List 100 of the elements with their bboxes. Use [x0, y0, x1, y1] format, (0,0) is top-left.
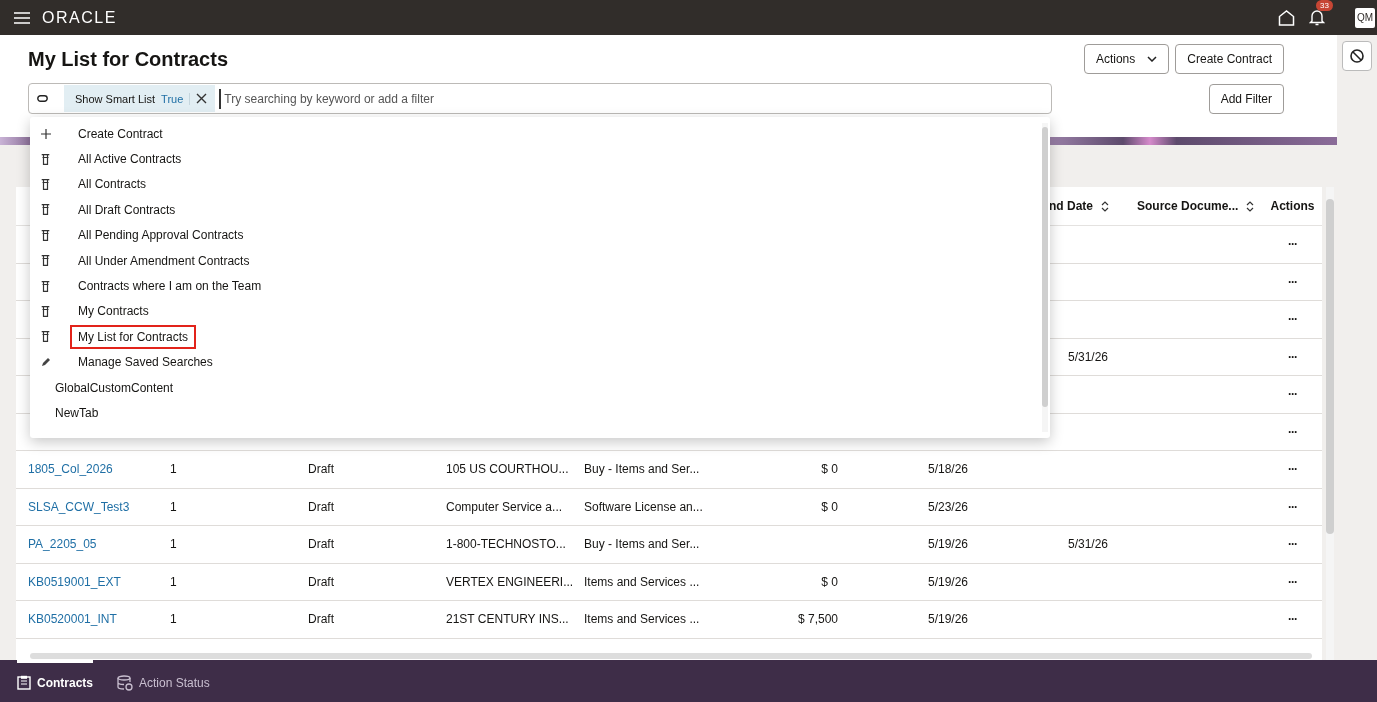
column-header[interactable]: nd Date — [1049, 199, 1093, 213]
notification-badge: 33 — [1316, 0, 1333, 11]
table-cell: 5/31/26 — [1068, 537, 1109, 552]
contract-link[interactable]: KB0520001_INT — [28, 612, 117, 627]
column-header[interactable]: Actions — [1270, 199, 1315, 213]
plus-icon — [41, 128, 51, 139]
funnel-icon — [41, 153, 50, 165]
page-title: My List for Contracts — [28, 47, 229, 71]
table-cell: $ 0 — [821, 499, 838, 514]
contract-link[interactable]: PA_2205_05 — [28, 537, 97, 552]
table-cell: Draft — [308, 574, 334, 589]
saved-search-item[interactable]: Contracts where I am on the Team — [70, 274, 270, 299]
table-cell: 5/19/26 — [928, 612, 969, 627]
table-cell: Draft — [308, 612, 334, 627]
table-cell: Buy - Items and Ser... — [584, 462, 700, 477]
chip-value: True — [161, 92, 191, 105]
database-icon — [117, 674, 133, 691]
table-cell: 5/18/26 — [928, 462, 969, 477]
menu-scrollbar[interactable] — [1042, 123, 1048, 432]
saved-search-item[interactable]: All Active Contracts — [70, 147, 190, 172]
contract-link[interactable]: 1805_Col_2026 — [28, 462, 113, 477]
table-cell: 1 — [170, 462, 177, 477]
table-cell: Items and Services ... — [584, 574, 700, 589]
search-field[interactable]: Show Smart List True Try searching by keyword or add a filter — [28, 83, 1052, 114]
saved-search-item[interactable]: Manage Saved Searches — [70, 350, 221, 375]
table-cell: 5/19/26 — [928, 574, 969, 589]
more-actions-button[interactable]: ··· — [1288, 312, 1297, 327]
menu-icon[interactable] — [14, 11, 30, 24]
saved-search-item[interactable]: GlobalCustomContent — [47, 375, 182, 400]
table-cell: 1 — [170, 499, 177, 514]
more-actions-button[interactable]: ··· — [1288, 349, 1297, 364]
table-cell: Draft — [308, 537, 334, 552]
more-actions-button[interactable]: ··· — [1288, 274, 1297, 289]
table-cell: Items and Services ... — [584, 612, 700, 627]
funnel-icon — [41, 229, 50, 241]
sort-icon[interactable] — [1101, 200, 1109, 212]
prohibited-icon — [1350, 49, 1364, 63]
chip-label: Show Smart List — [75, 92, 156, 105]
more-actions-button[interactable]: ··· — [1288, 424, 1297, 439]
table-cell: 105 US COURTHOU... — [446, 462, 569, 477]
more-actions-button[interactable]: ··· — [1288, 537, 1297, 552]
more-actions-button[interactable]: ··· — [1288, 499, 1297, 514]
funnel-icon — [41, 280, 50, 292]
table-cell: Computer Service a... — [446, 499, 563, 514]
more-actions-button[interactable]: ··· — [1288, 237, 1297, 252]
filter-chip[interactable]: Show Smart List True — [64, 85, 216, 112]
actions-button[interactable]: Actions — [1083, 44, 1170, 74]
funnel-icon — [41, 305, 50, 317]
saved-search-item[interactable]: My List for Contracts — [70, 324, 197, 349]
add-filter-button[interactable]: Add Filter — [1208, 83, 1284, 114]
table-cell: 1-800-TECHNOSTO... — [446, 537, 566, 552]
close-icon[interactable] — [196, 93, 208, 104]
more-actions-button[interactable]: ··· — [1288, 574, 1297, 589]
hide-panel-button[interactable] — [1342, 41, 1372, 71]
home-icon[interactable] — [1278, 9, 1295, 26]
horizontal-scrollbar[interactable] — [30, 652, 1312, 659]
more-actions-button[interactable]: ··· — [1288, 387, 1297, 402]
funnel-icon — [41, 331, 50, 343]
saved-search-item[interactable]: All Pending Approval Contracts — [70, 223, 252, 248]
saved-search-item[interactable]: NewTab — [47, 401, 107, 425]
table-cell: 1 — [170, 574, 177, 589]
bottom-tab[interactable]: Action Status — [117, 660, 210, 702]
table-cell: Draft — [308, 499, 334, 514]
bottom-tab[interactable]: Contracts — [17, 660, 93, 702]
pencil-icon — [41, 357, 51, 368]
create-contract-button[interactable]: Create Contract — [1175, 44, 1284, 74]
table-cell: 21ST CENTURY INS... — [446, 612, 569, 627]
sort-icon[interactable] — [1246, 200, 1255, 212]
clipboard-icon — [17, 675, 31, 690]
table-cell: 1 — [170, 612, 177, 627]
table-cell: 5/31/26 — [1068, 349, 1109, 364]
funnel-icon — [41, 178, 50, 190]
funnel-icon — [41, 255, 50, 267]
table-cell: Software License an... — [584, 499, 703, 514]
table-cell: $ 0 — [821, 574, 838, 589]
funnel-icon — [41, 204, 50, 216]
column-header[interactable]: Source Docume... — [1137, 199, 1239, 213]
contract-link[interactable]: KB0519001_EXT — [28, 574, 121, 589]
smart-filter-icon[interactable] — [37, 95, 48, 102]
contract-link[interactable]: SLSA_CCW_Test3 — [28, 499, 130, 514]
saved-search-item[interactable]: All Draft Contracts — [70, 197, 184, 222]
more-actions-button[interactable]: ··· — [1288, 612, 1297, 627]
bell-icon[interactable] — [1309, 9, 1325, 26]
table-cell: $ 7,500 — [797, 612, 838, 627]
more-actions-button[interactable]: ··· — [1288, 462, 1297, 477]
table-cell: 5/19/26 — [928, 537, 969, 552]
user-avatar[interactable]: QM — [1355, 7, 1375, 28]
saved-search-item[interactable]: Create Contract — [70, 121, 171, 146]
table-cell: 5/23/26 — [928, 499, 969, 514]
chevron-down-icon — [1147, 56, 1158, 62]
table-cell: $ 0 — [821, 462, 838, 477]
saved-search-item[interactable]: All Contracts — [70, 172, 155, 197]
brand-logo[interactable]: ORACLE — [42, 8, 117, 27]
table-cell: Draft — [308, 462, 334, 477]
table-cell: VERTEX ENGINEERI... — [446, 574, 574, 589]
saved-search-item[interactable]: My Contracts — [70, 299, 157, 324]
vertical-scrollbar[interactable] — [1326, 187, 1334, 660]
table-cell: 1 — [170, 537, 177, 552]
table-cell: Buy - Items and Ser... — [584, 537, 700, 552]
saved-search-item[interactable]: All Under Amendment Contracts — [70, 248, 258, 273]
